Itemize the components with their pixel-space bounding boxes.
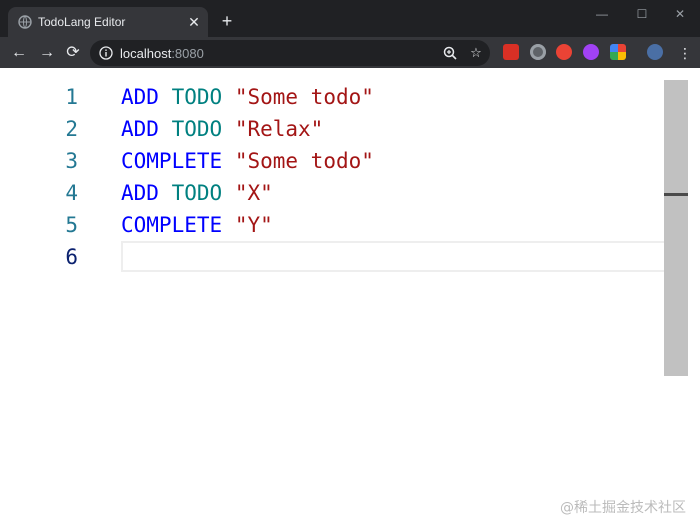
reload-icon[interactable]: ⟳	[62, 42, 84, 64]
keyword-token: COMPLETE	[121, 213, 223, 237]
extension-target-icon[interactable]	[530, 44, 546, 60]
code-editor[interactable]: 1 ADD TODO "Some todo" 2 ADD TODO "Relax" 3 C…	[0, 68, 700, 523]
extension-colorful-icon[interactable]	[610, 44, 626, 60]
line-number: 2	[65, 117, 78, 141]
editor-line[interactable]: 3 COMPLETE "Some todo"	[0, 145, 665, 177]
line-code[interactable]: ADD TODO "Relax"	[121, 113, 323, 145]
editor-line[interactable]: 1 ADD TODO "Some todo"	[0, 81, 665, 113]
keyword-token: COMPLETE	[121, 149, 223, 173]
keyword-token: ADD	[121, 85, 159, 109]
keyword-token: ADD	[121, 117, 159, 141]
url-text[interactable]: localhost:8080	[120, 46, 204, 61]
new-tab-button[interactable]: +	[217, 11, 237, 31]
editor-line[interactable]: 5 COMPLETE "Y"	[0, 209, 665, 241]
info-icon[interactable]	[99, 46, 113, 60]
url-port: :8080	[171, 46, 204, 61]
close-window-button[interactable]: ✕	[660, 0, 700, 28]
scrollbar-thumb[interactable]	[664, 80, 688, 376]
menu-kebab-icon[interactable]: ⋮	[674, 42, 696, 64]
keyword-token: TODO	[171, 117, 223, 141]
tab-strip: TodoLang Editor ✕ + — ☐ ✕	[0, 0, 700, 37]
string-token: "Relax"	[234, 117, 324, 141]
minimize-button[interactable]: —	[582, 0, 622, 28]
line-code[interactable]: ADD TODO "X"	[121, 177, 273, 209]
string-token: "Some todo"	[234, 85, 374, 109]
address-bar[interactable]: localhost:8080 ☆	[90, 40, 490, 66]
keyword-token: TODO	[171, 181, 223, 205]
globe-icon	[18, 15, 32, 29]
line-number: 3	[65, 149, 78, 173]
string-token: "Some todo"	[234, 149, 374, 173]
keyword-token: ADD	[121, 181, 159, 205]
bookmark-star-icon[interactable]: ☆	[468, 45, 484, 61]
tab-todolang-editor[interactable]: TodoLang Editor ✕	[8, 7, 208, 37]
extension-puzzle-icon[interactable]	[503, 44, 519, 60]
browser-window: TodoLang Editor ✕ + — ☐ ✕ ← → ⟳ localhos…	[0, 0, 700, 523]
watermark: @稀土掘金技术社区	[560, 500, 686, 516]
keyword-token: TODO	[171, 85, 223, 109]
forward-arrow-icon[interactable]: →	[36, 42, 58, 64]
line-number: 5	[65, 213, 78, 237]
line-code[interactable]: ADD TODO "Some todo"	[121, 81, 374, 113]
string-token: "Y"	[234, 213, 273, 237]
line-code[interactable]: COMPLETE "Y"	[121, 209, 273, 241]
line-number: 4	[65, 181, 78, 205]
profile-avatar[interactable]	[647, 44, 663, 60]
close-tab-icon[interactable]: ✕	[186, 14, 202, 30]
line-number: 1	[65, 85, 78, 109]
url-host: localhost	[120, 46, 172, 61]
scrollbar-cursor-marker	[664, 193, 688, 196]
line-code[interactable]: COMPLETE "Some todo"	[121, 145, 374, 177]
back-arrow-icon[interactable]: ←	[8, 42, 30, 64]
string-token: "X"	[234, 181, 273, 205]
tab-title: TodoLang Editor	[38, 15, 126, 29]
editor-line[interactable]: 4 ADD TODO "X"	[0, 177, 665, 209]
browser-toolbar: ← → ⟳ localhost:8080 ☆ ⋮	[0, 37, 700, 68]
extension-purple-icon[interactable]	[583, 44, 599, 60]
editor-line[interactable]: 2 ADD TODO "Relax"	[0, 113, 665, 145]
zoom-icon[interactable]	[442, 45, 458, 61]
current-line-highlight	[121, 241, 687, 272]
maximize-button[interactable]: ☐	[622, 0, 662, 28]
line-number: 6	[65, 245, 78, 269]
extension-stop-icon[interactable]	[556, 44, 572, 60]
